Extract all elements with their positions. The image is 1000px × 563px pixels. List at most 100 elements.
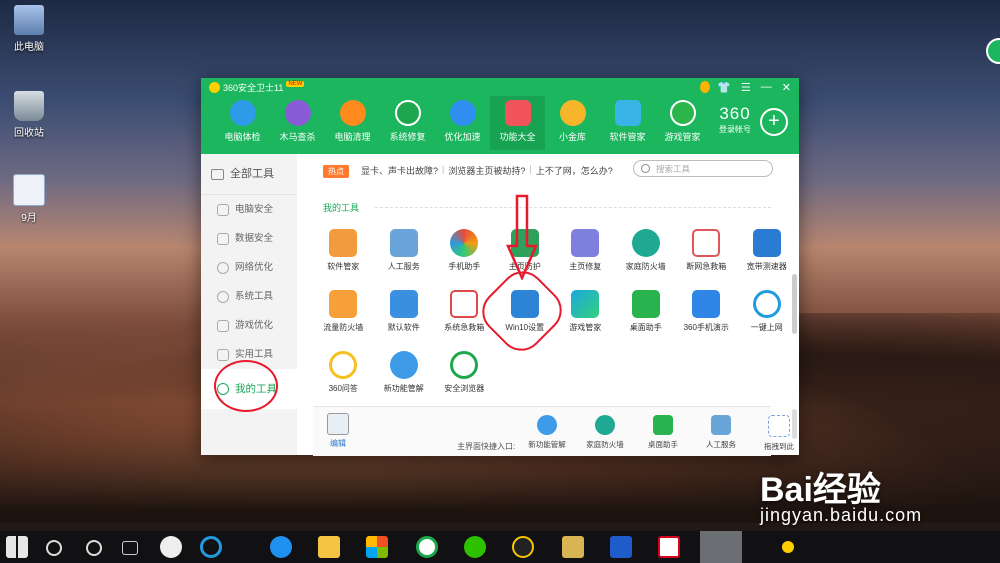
cleanup-icon	[339, 100, 366, 126]
desktop-monitor-icon	[631, 290, 660, 318]
360-safe-taskbar-icon[interactable]	[700, 531, 742, 563]
tip-link[interactable]: 浏览器主页被劫持?	[448, 164, 525, 177]
sidebar-all-tools[interactable]: 全部工具	[201, 154, 297, 195]
scrollbar-thumb-lower[interactable]	[792, 409, 797, 439]
close-icon[interactable]: ✕	[782, 81, 791, 94]
edit-button[interactable]: 编辑	[327, 413, 349, 449]
toolbox-icon	[211, 168, 224, 180]
wechat-icon[interactable]	[464, 536, 486, 558]
nav-label: 软件管家	[609, 132, 646, 142]
sidebar-item-data-security[interactable]: 数据安全	[201, 224, 297, 253]
tool-one-click-internet[interactable]: 一键上网	[737, 290, 798, 333]
task-view-icon[interactable]	[122, 541, 138, 555]
tool-label: 新功能管解	[383, 384, 424, 393]
minimize-icon[interactable]: —	[761, 81, 772, 94]
tool-traffic-firewall[interactable]: 流量防火墙	[313, 290, 374, 333]
nav-cleanup[interactable]: 电脑清理	[325, 96, 380, 150]
quick-desktop-assistant[interactable]: 桌面助手	[639, 415, 687, 452]
tool-desktop-assistant[interactable]: 桌面助手	[616, 290, 677, 333]
tool-home-firewall[interactable]: 家庭防火墙	[616, 229, 677, 272]
tool-human-service[interactable]: 人工服务	[374, 229, 435, 272]
settings-window-icon	[389, 290, 418, 318]
tool-label: 断网急救箱	[686, 262, 727, 271]
sidebar-item-pc-security[interactable]: 电脑安全	[201, 195, 297, 224]
tool-new-features[interactable]: 新功能管解	[374, 351, 435, 394]
start-windows-icon[interactable]	[6, 536, 28, 558]
medal-icon[interactable]	[700, 81, 710, 93]
red-app-icon[interactable]	[658, 536, 680, 558]
checkup-icon	[229, 100, 256, 126]
game-app-icon[interactable]	[610, 536, 632, 558]
tip-link[interactable]: 上不了网，怎么办?	[536, 164, 613, 177]
nav-speedup[interactable]: 优化加速	[435, 96, 490, 150]
tool-software-manager[interactable]: 软件管家	[313, 229, 374, 272]
browser-e-icon	[450, 351, 479, 379]
fan-app-icon[interactable]	[160, 536, 182, 558]
tool-network-rescue[interactable]: 断网急救箱	[676, 229, 737, 272]
shield-icon	[217, 232, 229, 245]
quick-label: 新功能管解	[528, 440, 566, 449]
login-area[interactable]: 360 登录帐号	[719, 104, 751, 135]
menu-icon[interactable]: ☰	[741, 81, 751, 94]
sidebar-item-system-tools[interactable]: 系统工具	[201, 282, 297, 311]
person-icon	[711, 415, 731, 435]
tool-default-software[interactable]: 默认软件	[374, 290, 435, 333]
desktop-icon-recycle-bin[interactable]: 回收站	[4, 91, 54, 139]
tool-phone-assistant[interactable]: 手机助手	[434, 229, 495, 272]
nav-repair[interactable]: 系统修复	[380, 96, 435, 150]
360-float-ball-icon[interactable]	[986, 38, 1000, 64]
coin-icon	[559, 100, 586, 126]
sidebar-item-network[interactable]: 网络优化	[201, 253, 297, 282]
quick-home-firewall[interactable]: 家庭防火墙	[581, 415, 629, 452]
ie-icon[interactable]	[200, 536, 222, 558]
store-icon[interactable]	[366, 536, 388, 558]
traffic-icon	[329, 290, 358, 318]
file-explorer-icon[interactable]	[318, 536, 340, 558]
nav-all-functions[interactable]: 功能大全	[490, 96, 545, 150]
cortana-icon[interactable]	[86, 540, 102, 556]
trojan-scan-icon	[284, 100, 311, 126]
desktop-icon-label: 9月	[21, 213, 37, 224]
nav-label: 木马查杀	[279, 132, 316, 142]
scrollbar-thumb[interactable]	[792, 274, 797, 334]
nav-checkup[interactable]: 电脑体检	[215, 96, 270, 150]
main-nav: 电脑体检 木马查杀 电脑清理 系统修复 优化加速 功能大全 小金库 软件管家 游…	[215, 96, 710, 150]
add-account-icon[interactable]: +	[760, 108, 788, 136]
360-browser-icon[interactable]	[416, 536, 438, 558]
search-input[interactable]: 搜索工具	[633, 160, 773, 177]
tool-homepage-repair[interactable]: 主页修复	[555, 229, 616, 272]
search-icon[interactable]	[46, 540, 62, 556]
tool-game-manager[interactable]: 游戏管家	[555, 290, 616, 333]
tool-safe-browser[interactable]: 安全浏览器	[434, 351, 495, 394]
phone-assistant-icon	[450, 229, 479, 257]
nav-label: 电脑体检	[224, 132, 261, 142]
window-title: 360安全卫士11	[223, 83, 284, 93]
tool-label: 手机助手	[448, 262, 481, 271]
sidebar-item-game[interactable]: 游戏优化	[201, 311, 297, 340]
baidu-watermark: Bai经验 jingyan.baidu.com	[760, 462, 922, 526]
tool-360-qa[interactable]: 360问答	[313, 351, 374, 394]
desktop-icon-doc[interactable]: 9月	[4, 174, 54, 224]
nav-trojan-scan[interactable]: 木马查杀	[270, 96, 325, 150]
tip-link[interactable]: 显卡、声卡出故障?	[361, 164, 438, 177]
desktop-icon-this-pc[interactable]: 此电脑	[4, 5, 54, 53]
tray-360-icon[interactable]	[782, 541, 794, 553]
qq-icon[interactable]	[512, 536, 534, 558]
tool-speed-test[interactable]: 宽带测速器	[737, 229, 798, 272]
quick-new-features[interactable]: 新功能管解	[523, 415, 571, 452]
quick-human-service[interactable]: 人工服务	[697, 415, 745, 452]
nav-software[interactable]: 软件管家	[600, 96, 655, 150]
firewall-icon	[595, 415, 615, 435]
skin-icon[interactable]: 👕	[717, 81, 731, 94]
nav-label: 电脑清理	[334, 132, 371, 142]
edge-icon[interactable]	[270, 536, 292, 558]
gold-app-icon[interactable]	[562, 536, 584, 558]
quick-entry-bar: 编辑 主界面快捷入口: 新功能管解 家庭防火墙 桌面助手 人工服务 拖拽到此	[313, 406, 794, 456]
tool-phone-demo[interactable]: 360手机演示	[676, 290, 737, 333]
watermark-main: Bai经验	[760, 471, 881, 509]
nav-vault[interactable]: 小金库	[545, 96, 600, 150]
nav-label: 功能大全	[499, 132, 536, 142]
nav-game[interactable]: 游戏管家	[655, 96, 710, 150]
section-divider	[375, 207, 771, 208]
title-bar: 360安全卫士11 NEW	[209, 80, 305, 94]
